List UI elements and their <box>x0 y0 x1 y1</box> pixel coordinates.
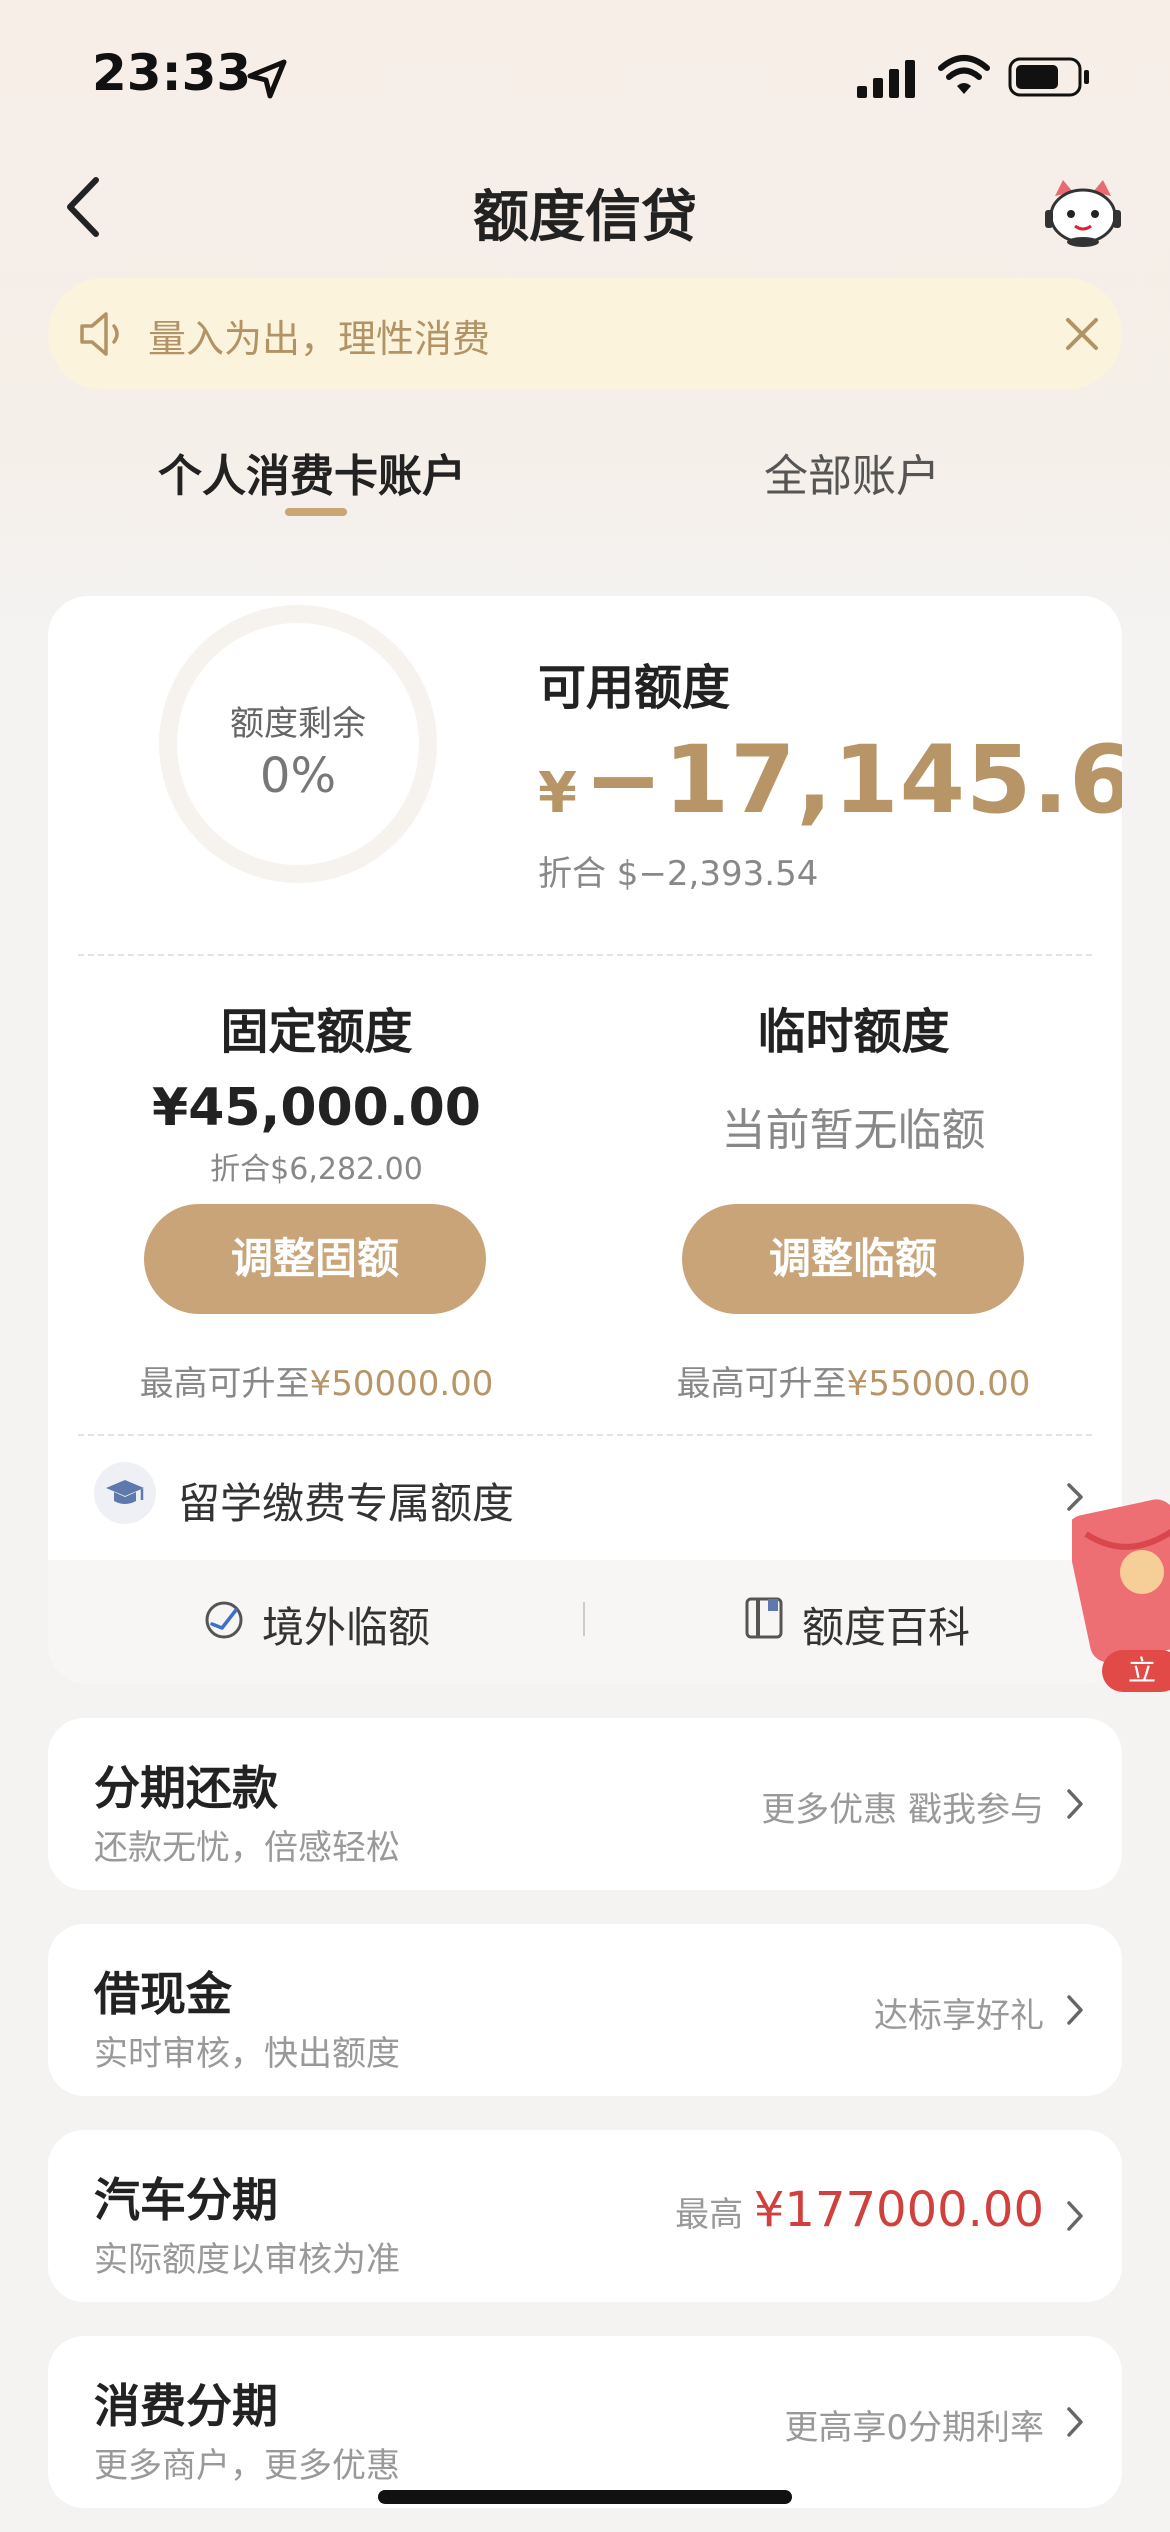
available-limit-value: ¥−17,145.67 <box>538 726 1122 835</box>
list-item-max-amount: 最高 ¥177000.00 <box>675 2182 1044 2238</box>
status-bar: 23:33 <box>0 0 1170 150</box>
fixed-limit-usd: 折合$6,282.00 <box>210 1152 423 1187</box>
fixed-limit-column: 固定额度 ¥45,000.00 折合$6,282.00 <box>48 992 585 1188</box>
list-item-subtitle: 还款无忧，倍感轻松 <box>94 1828 400 1868</box>
currency-symbol: ¥ <box>538 761 578 826</box>
temporary-limit-title: 临时额度 <box>757 1004 950 1060</box>
car-max-value: ¥177000.00 <box>753 2182 1044 2238</box>
divider-dashed <box>78 954 1092 956</box>
fixed-limit-title: 固定额度 <box>220 1004 413 1060</box>
page-title: 额度信贷 <box>473 185 697 250</box>
red-envelope-icon[interactable]: 立 <box>1072 1494 1170 1704</box>
chevron-right-icon <box>1067 1789 1083 1819</box>
max-prefix: 最高可升至 <box>139 1364 310 1404</box>
max-prefix: 最高 <box>675 2195 744 2235</box>
chevron-right-icon <box>1067 2201 1083 2231</box>
available-limit-usd: 折合 $−2,393.54 <box>538 854 819 894</box>
fixed-limit-amount: ¥45,000.00 <box>152 1078 481 1138</box>
temporary-max-value: ¥55000.00 <box>846 1364 1031 1404</box>
list-item-borrow-cash[interactable]: 借现金 实时审核，快出额度 达标享好礼 <box>48 1924 1122 2096</box>
temporary-limit-column: 临时额度 当前暂无临额 <box>585 992 1122 1186</box>
wifi-icon <box>938 55 990 94</box>
customer-service-mascot-icon[interactable] <box>1043 176 1123 248</box>
red-envelope-text: 立 <box>1128 1654 1156 1687</box>
list-item-promo: 达标享好礼 <box>874 1996 1044 2036</box>
adjust-fixed-limit-button[interactable]: 调整固额 <box>144 1204 486 1314</box>
tab-all-accounts[interactable]: 全部账户 <box>764 440 940 504</box>
close-icon[interactable] <box>1062 314 1102 354</box>
list-item-car-installment[interactable]: 汽车分期 实际额度以审核为准 最高 ¥177000.00 <box>48 2130 1122 2302</box>
credit-limit-card: 额度剩余 0% 可用额度 ¥−17,145.67 折合 $−2,393.54 固… <box>48 596 1122 1684</box>
graduation-cap-icon <box>94 1462 156 1524</box>
adjust-temporary-limit-button[interactable]: 调整临额 <box>682 1204 1024 1314</box>
credit-encyclopedia-link[interactable]: 额度百科 <box>802 1594 970 1655</box>
remaining-label: 额度剩余 <box>230 704 366 744</box>
book-icon <box>745 1597 783 1639</box>
list-item-promo: 更多优惠 戳我参与 <box>761 1790 1044 1830</box>
home-indicator <box>378 2490 792 2504</box>
cellular-signal-icon <box>857 60 915 98</box>
list-item-promo: 更高享0分期利率 <box>784 2408 1044 2448</box>
list-item-title: 汽车分期 <box>94 2173 278 2227</box>
location-arrow-icon <box>247 59 287 99</box>
list-item-title: 消费分期 <box>94 2379 278 2433</box>
divider-dashed <box>78 1434 1092 1436</box>
overseas-globe-icon <box>205 1601 243 1639</box>
list-item-installment-repayment[interactable]: 分期还款 还款无忧，倍感轻松 更多优惠 戳我参与 <box>48 1718 1122 1890</box>
remaining-percent: 0% <box>259 748 337 804</box>
study-abroad-limit-link[interactable]: 留学缴费专属额度 <box>178 1470 514 1531</box>
list-item-subtitle: 实时审核，快出额度 <box>94 2034 400 2074</box>
list-item-title: 分期还款 <box>94 1761 278 1815</box>
list-item-subtitle: 实际额度以审核为准 <box>94 2240 400 2280</box>
notice-banner: 量入为出，理性消费 <box>48 278 1122 390</box>
chevron-right-icon <box>1067 1995 1083 2025</box>
temporary-limit-max-note: 最高可升至¥55000.00 <box>585 1356 1122 1405</box>
tab-personal-card-account[interactable]: 个人消费卡账户 <box>158 440 466 504</box>
fixed-max-value: ¥50000.00 <box>309 1364 494 1404</box>
temporary-limit-none: 当前暂无临额 <box>721 1105 986 1156</box>
notice-text: 量入为出，理性消费 <box>148 317 491 361</box>
chevron-right-icon <box>1067 2407 1083 2437</box>
status-time: 23:33 <box>92 44 252 102</box>
list-item-title: 借现金 <box>94 1967 232 2021</box>
fixed-limit-max-note: 最高可升至¥50000.00 <box>48 1356 585 1405</box>
overseas-temporary-limit-link[interactable]: 境外临额 <box>262 1594 430 1655</box>
active-tab-indicator <box>285 508 347 516</box>
max-prefix: 最高可升至 <box>676 1364 847 1404</box>
list-item-subtitle: 更多商户，更多优惠 <box>94 2446 400 2486</box>
available-limit-label: 可用额度 <box>538 660 731 716</box>
vertical-divider <box>583 1602 585 1636</box>
battery-icon <box>1008 57 1089 97</box>
available-amount: −17,145.67 <box>583 726 1122 835</box>
list-item-consumer-installment[interactable]: 消费分期 更多商户，更多优惠 更高享0分期利率 <box>48 2336 1122 2508</box>
speaker-icon <box>80 312 119 356</box>
